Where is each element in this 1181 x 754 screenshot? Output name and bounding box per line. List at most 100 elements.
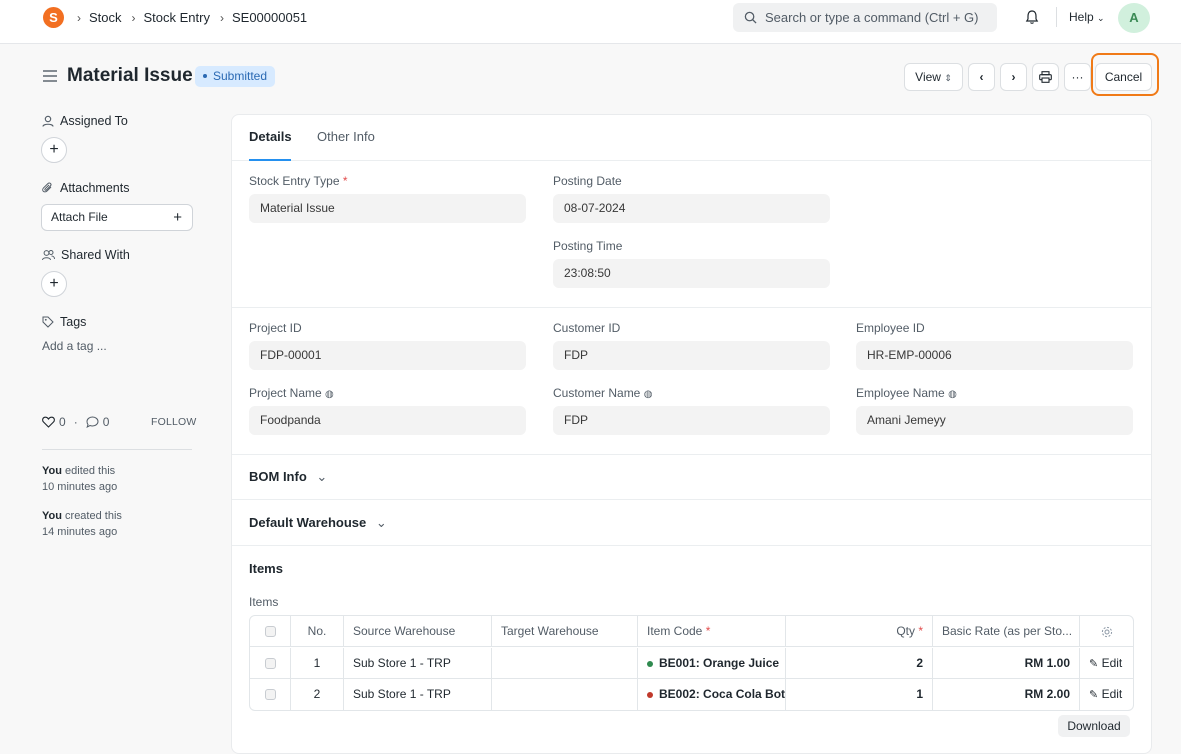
activity-action: created this: [61, 510, 122, 522]
search-input[interactable]: Search or type a command (Ctrl + G): [733, 3, 997, 32]
assigned-to-section: Assigned To: [42, 114, 128, 128]
more-actions-button[interactable]: ···: [1064, 63, 1091, 91]
tag-icon: [42, 316, 54, 328]
comments-count: 0: [102, 415, 110, 429]
header-basic-rate: Basic Rate (as per Sto...: [933, 616, 1080, 647]
shared-with-text: Shared With: [61, 248, 130, 262]
employee-name-label: Employee Name ◍: [856, 386, 957, 400]
pencil-icon: ✎: [1089, 658, 1099, 670]
heart-icon[interactable]: [42, 416, 55, 428]
row-no: 2: [291, 679, 344, 710]
row-checkbox[interactable]: [264, 689, 276, 701]
chevron-down-icon: ⌄: [375, 515, 387, 530]
gear-icon[interactable]: [1101, 626, 1113, 638]
avatar[interactable]: A: [1118, 3, 1150, 33]
stock-entry-type-label: Stock Entry Type *: [249, 174, 348, 188]
print-button[interactable]: [1032, 63, 1059, 91]
employee-id-field[interactable]: HR-EMP-00006: [856, 341, 1133, 370]
status-badge: Submitted: [195, 66, 276, 87]
activity-item: You created this 14 minutes ago: [42, 508, 122, 540]
assigned-to-label: Assigned To: [42, 114, 128, 128]
bom-info-section-toggle[interactable]: BOM Info ⌄: [249, 469, 327, 485]
row-source-warehouse[interactable]: Sub Store 1 - TRP: [344, 679, 492, 710]
row-basic-rate[interactable]: RM 2.00: [933, 679, 1080, 710]
add-assignee-button[interactable]: +: [41, 137, 67, 163]
view-dropdown-button[interactable]: View ⇕: [904, 63, 963, 91]
table-row[interactable]: 2 Sub Store 1 - TRP BE002: Coca Cola Bot…: [250, 679, 1133, 710]
stock-entry-type-field[interactable]: Material Issue: [249, 194, 526, 223]
row-edit-button[interactable]: ✎ Edit: [1080, 648, 1133, 679]
tab-details[interactable]: Details: [249, 129, 292, 144]
row-qty[interactable]: 1: [786, 679, 933, 710]
header-item-code: Item Code *: [638, 616, 786, 647]
posting-date-field[interactable]: 08-07-2024: [553, 194, 830, 223]
follow-button[interactable]: FOLLOW: [151, 416, 197, 428]
sort-icon: ⇕: [944, 73, 952, 83]
row-qty[interactable]: 2: [786, 648, 933, 679]
dot-separator: ·: [73, 415, 78, 429]
breadcrumb-doc-id[interactable]: SE00000051: [232, 10, 307, 25]
attach-file-label: Attach File: [51, 210, 108, 224]
bell-icon[interactable]: [1024, 9, 1040, 25]
row-select-cell: [250, 648, 291, 679]
posting-time-field[interactable]: 23:08:50: [553, 259, 830, 288]
shared-with-section: Shared With: [42, 248, 130, 262]
search-placeholder: Search or type a command (Ctrl + G): [765, 10, 979, 25]
row-basic-rate[interactable]: RM 1.00: [933, 648, 1080, 679]
pencil-icon: ✎: [1089, 689, 1099, 701]
row-target-warehouse[interactable]: [492, 679, 638, 710]
tab-other-info[interactable]: Other Info: [317, 129, 375, 144]
customer-id-label: Customer ID: [553, 321, 621, 335]
prev-button[interactable]: ‹: [968, 63, 995, 91]
comment-icon[interactable]: [86, 416, 99, 428]
user-icon: [42, 115, 54, 127]
row-checkbox[interactable]: [264, 658, 276, 670]
default-warehouse-section-toggle[interactable]: Default Warehouse ⌄: [249, 515, 387, 531]
section-divider: [232, 307, 1151, 308]
section-divider: [232, 499, 1151, 500]
status-dot: [647, 691, 653, 698]
breadcrumb-stock-entry[interactable]: Stock Entry: [144, 10, 210, 25]
header-source-warehouse: Source Warehouse: [344, 616, 492, 647]
activity-user: You: [42, 510, 62, 522]
items-table-label: Items: [249, 595, 279, 609]
row-edit-button[interactable]: ✎ Edit: [1080, 679, 1133, 710]
activity-time: 10 minutes ago: [42, 481, 118, 493]
table-header-row: No. Source Warehouse Target Warehouse It…: [250, 616, 1133, 647]
row-target-warehouse[interactable]: [492, 648, 638, 679]
customer-id-field[interactable]: FDP: [553, 341, 830, 370]
row-no: 1: [291, 648, 344, 679]
row-item-code[interactable]: BE001: Orange Juice: [638, 648, 786, 679]
add-tag-link[interactable]: Add a tag ...: [42, 339, 107, 353]
chevron-right-icon: ›: [77, 10, 81, 25]
select-all-checkbox[interactable]: [264, 626, 276, 638]
chevron-right-icon: ›: [1011, 70, 1016, 84]
add-share-button[interactable]: +: [41, 271, 67, 297]
attach-file-button[interactable]: Attach File +: [41, 204, 193, 231]
next-button[interactable]: ›: [1000, 63, 1027, 91]
customer-name-field: FDP: [553, 406, 830, 435]
table-row[interactable]: 1 Sub Store 1 - TRP BE001: Orange Juice …: [250, 648, 1133, 679]
employee-name-field: Amani Jemeyy: [856, 406, 1133, 435]
tags-text: Tags: [60, 315, 87, 329]
divider: [1056, 7, 1057, 27]
project-id-label: Project ID: [249, 321, 302, 335]
activity-time: 14 minutes ago: [42, 526, 118, 538]
section-divider: [232, 545, 1151, 546]
attachments-text: Attachments: [60, 181, 130, 195]
chevron-left-icon: ‹: [979, 70, 984, 84]
help-dropdown[interactable]: Help ⌄: [1069, 10, 1105, 24]
plus-icon: +: [173, 209, 182, 226]
active-tab-indicator: [249, 159, 291, 161]
row-item-code[interactable]: BE002: Coca Cola Bott: [638, 679, 786, 710]
app-logo[interactable]: S: [43, 7, 64, 28]
row-source-warehouse[interactable]: Sub Store 1 - TRP: [344, 648, 492, 679]
download-button[interactable]: Download: [1058, 715, 1130, 737]
project-id-field[interactable]: FDP-00001: [249, 341, 526, 370]
breadcrumb-stock[interactable]: Stock: [89, 10, 122, 25]
likes-count: 0: [59, 415, 66, 429]
header-qty: Qty *: [786, 616, 933, 647]
hamburger-menu-icon[interactable]: [43, 70, 57, 82]
like-comment-counts: 0 · 0: [42, 415, 109, 429]
page-title: Material Issue: [67, 65, 193, 86]
